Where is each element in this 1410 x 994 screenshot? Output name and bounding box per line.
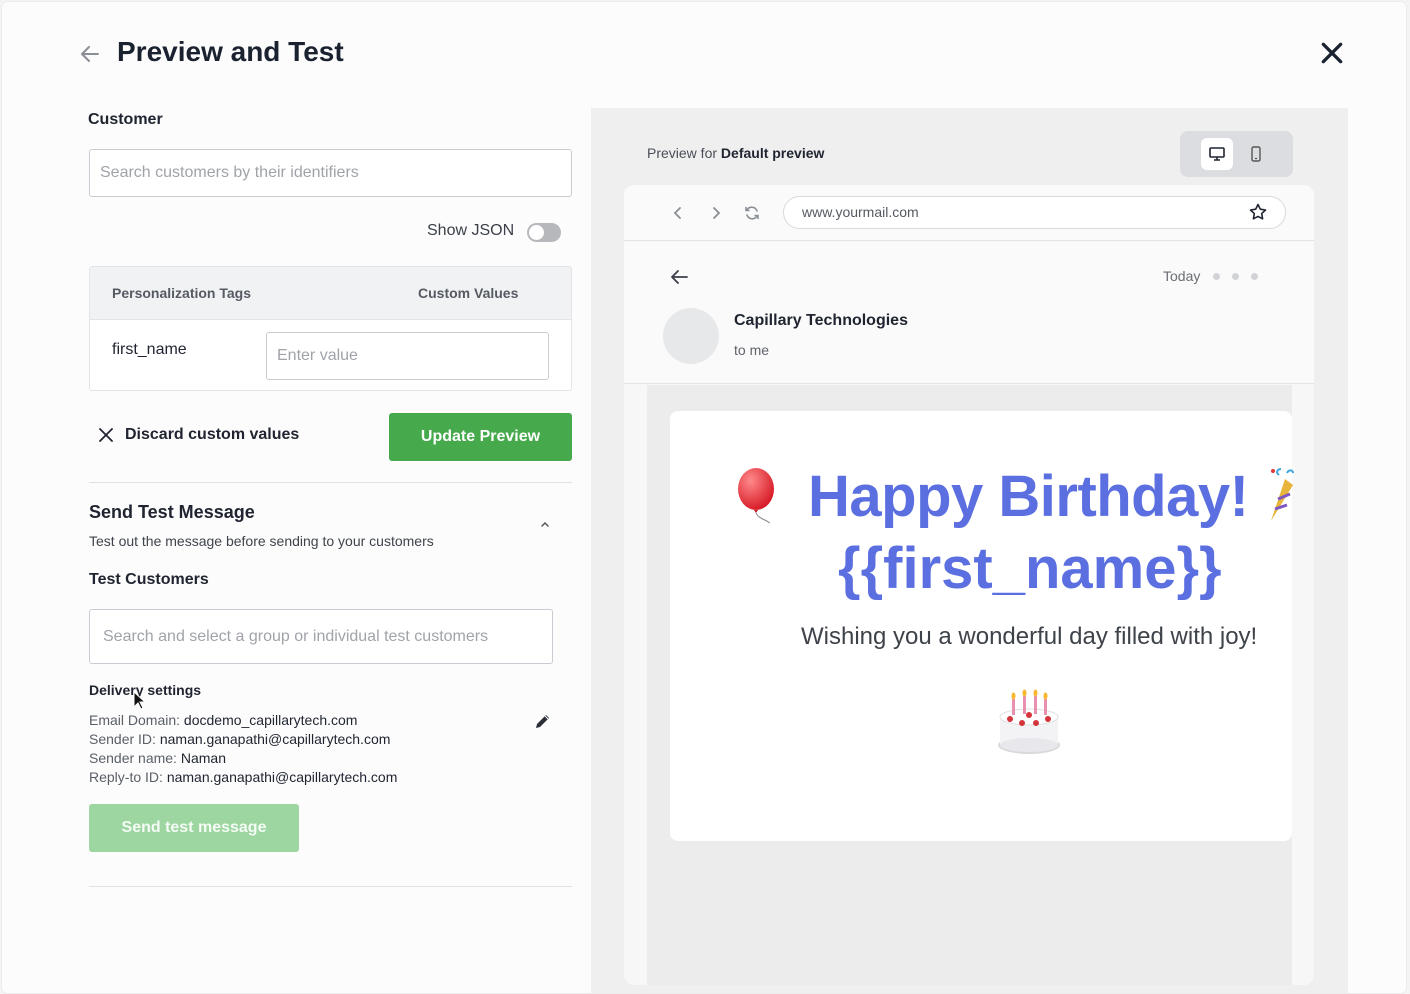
show-json-toggle[interactable] bbox=[527, 223, 561, 242]
tag-name: first_name bbox=[112, 341, 187, 358]
pencil-icon[interactable] bbox=[533, 711, 553, 731]
birthday-heading-line1: Happy Birthday! bbox=[808, 464, 1249, 529]
update-preview-button[interactable]: Update Preview bbox=[389, 413, 572, 461]
mouse-cursor-icon bbox=[133, 691, 147, 710]
send-test-subtitle: Test out the message before sending to y… bbox=[89, 533, 434, 549]
delivery-key: Reply-to ID: bbox=[89, 769, 163, 785]
birthday-message: Wishing you a wonderful day filled with … bbox=[801, 623, 1258, 650]
preview-for-label: Preview for bbox=[647, 145, 718, 161]
show-json-label: Show JSON bbox=[427, 222, 515, 239]
refresh-icon[interactable] bbox=[742, 203, 762, 223]
desktop-icon bbox=[1209, 147, 1225, 161]
email-card: Happy Birthday! {{first_name}} Wishing y… bbox=[670, 411, 1294, 841]
close-icon[interactable] bbox=[1319, 40, 1345, 66]
more-dot bbox=[1213, 273, 1220, 280]
balloon-icon bbox=[738, 468, 774, 524]
preview-and-test-modal: Preview and Test Customer Show JSON Pers… bbox=[1, 1, 1407, 994]
delivery-value: Naman bbox=[180, 750, 226, 766]
delivery-key: Email Domain: bbox=[89, 712, 181, 728]
email-recipient: to me bbox=[734, 342, 770, 358]
email-body: Happy Birthday! {{first_name}} Wishing y… bbox=[647, 385, 1294, 985]
browser-mockup: www.yourmail.com Today Capillary Technol… bbox=[624, 185, 1314, 985]
col-personalization-tags: Personalization Tags bbox=[112, 285, 251, 301]
chevron-right-icon[interactable] bbox=[706, 203, 726, 223]
email-header: Today Capillary Technologies to me bbox=[624, 242, 1314, 384]
table-header: Personalization Tags Custom Values bbox=[90, 267, 571, 320]
more-dot bbox=[1251, 273, 1258, 280]
browser-toolbar: www.yourmail.com bbox=[624, 185, 1314, 241]
send-test-message-button[interactable]: Send test message bbox=[89, 804, 299, 852]
mobile-icon bbox=[1251, 146, 1261, 162]
delivery-row: Sender name: Naman bbox=[89, 750, 226, 766]
chevron-up-icon[interactable] bbox=[538, 517, 552, 531]
preview-panel: Preview for Default preview www.yourmail… bbox=[591, 108, 1348, 993]
custom-value-input[interactable] bbox=[266, 332, 549, 380]
delivery-value: naman.ganapathi@capillarytech.com bbox=[166, 769, 398, 785]
mobile-view-button[interactable] bbox=[1240, 138, 1272, 170]
star-icon[interactable] bbox=[1248, 202, 1268, 222]
discard-label: Discard custom values bbox=[125, 426, 300, 443]
delivery-row: Email Domain: docdemo_capillarytech.com bbox=[89, 712, 357, 728]
customer-search-input[interactable] bbox=[89, 149, 572, 197]
test-customers-label: Test Customers bbox=[89, 571, 209, 588]
more-dot bbox=[1232, 273, 1239, 280]
party-popper-icon bbox=[1271, 468, 1294, 521]
preview-for: Preview for Default preview bbox=[647, 145, 824, 161]
preview-for-value: Default preview bbox=[720, 145, 825, 161]
col-custom-values: Custom Values bbox=[418, 285, 519, 301]
address-bar[interactable]: www.yourmail.com bbox=[783, 196, 1286, 229]
email-date: Today bbox=[1163, 268, 1201, 284]
divider bbox=[89, 482, 572, 483]
delivery-value: naman.ganapathi@capillarytech.com bbox=[159, 731, 391, 747]
email-sender: Capillary Technologies bbox=[734, 312, 908, 329]
delivery-key: Sender name: bbox=[89, 750, 177, 766]
avatar bbox=[663, 308, 719, 364]
page-title: Preview and Test bbox=[117, 36, 344, 67]
arrow-left-icon[interactable] bbox=[78, 42, 102, 66]
delivery-row: Sender ID: naman.ganapathi@capillarytech… bbox=[89, 731, 390, 747]
birthday-heading-line2: {{first_name}} bbox=[838, 536, 1222, 601]
delivery-row: Reply-to ID: naman.ganapathi@capillaryte… bbox=[89, 769, 397, 785]
test-customers-search-input[interactable] bbox=[89, 609, 553, 664]
device-switcher bbox=[1180, 131, 1293, 177]
delivery-key: Sender ID: bbox=[89, 731, 156, 747]
cake-icon bbox=[998, 689, 1060, 754]
chevron-left-icon[interactable] bbox=[668, 203, 688, 223]
arrow-left-icon[interactable] bbox=[668, 266, 690, 288]
delivery-value: docdemo_capillarytech.com bbox=[183, 712, 358, 728]
discard-custom-values-button[interactable]: Discard custom values bbox=[99, 426, 299, 444]
personalization-table: Personalization Tags Custom Values first… bbox=[89, 266, 572, 391]
x-icon bbox=[99, 428, 113, 442]
send-test-title: Send Test Message bbox=[89, 502, 255, 522]
customer-label: Customer bbox=[88, 111, 163, 128]
desktop-view-button[interactable] bbox=[1201, 138, 1233, 170]
divider bbox=[89, 886, 572, 887]
toggle-knob bbox=[529, 225, 544, 240]
